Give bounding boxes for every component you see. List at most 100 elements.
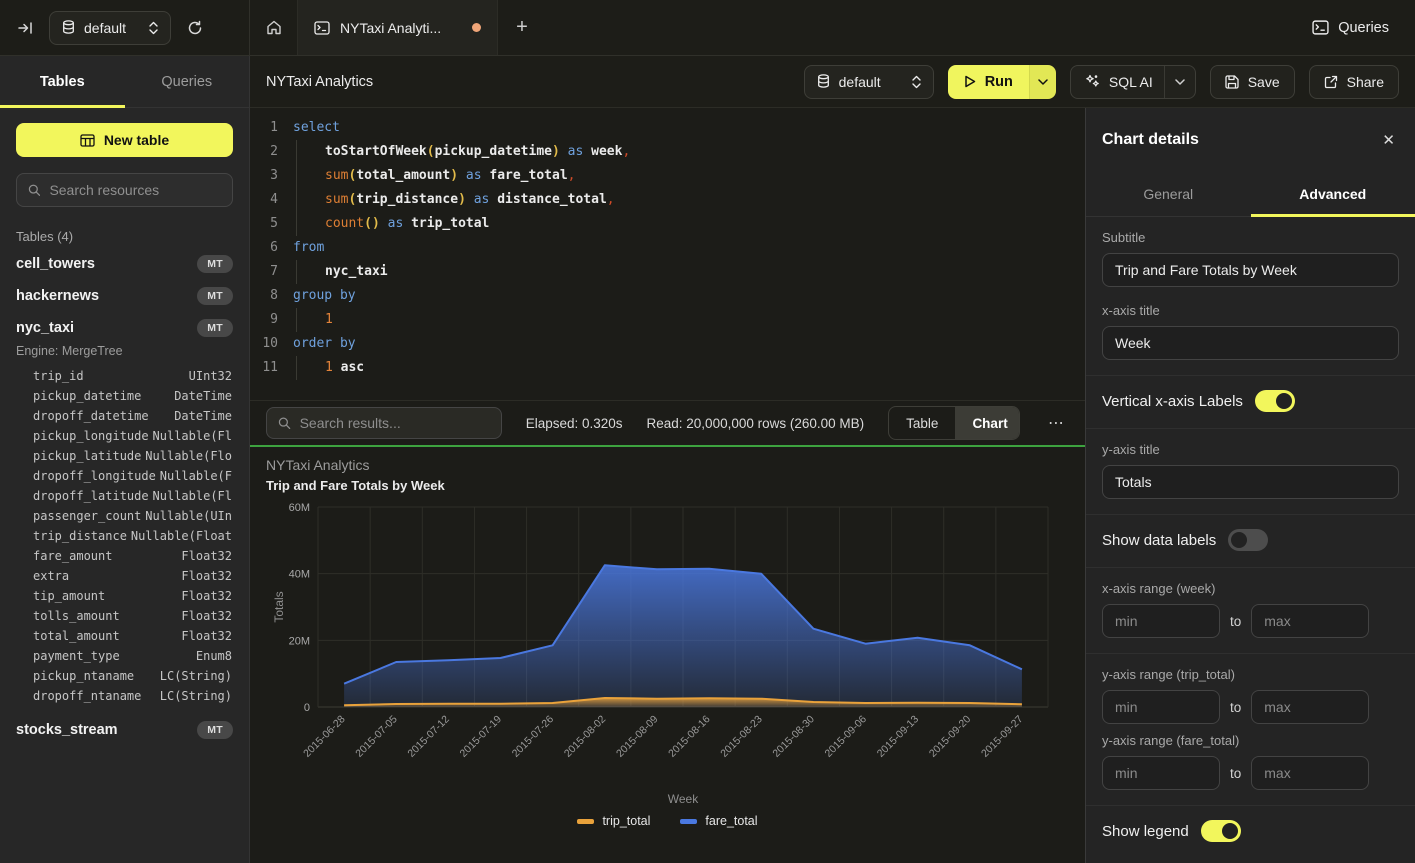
more-icon: ⋯ (1048, 413, 1065, 433)
line-number: 6 (250, 236, 278, 260)
chart-details-panel: Chart details ✕ General Advanced Subtitl… (1085, 108, 1415, 863)
yaxis-range-fare-min-input[interactable] (1102, 756, 1220, 790)
panel-body: Subtitle x-axis title Vertical x-axis La… (1086, 217, 1415, 863)
xaxis-title-input[interactable] (1102, 326, 1399, 360)
save-button[interactable]: Save (1210, 65, 1295, 99)
search-icon (28, 183, 40, 197)
yaxis-range-fare-label: y-axis range (fare_total) (1102, 733, 1399, 748)
to-label: to (1230, 766, 1241, 781)
vertical-labels-toggle[interactable] (1255, 390, 1295, 412)
subtitle-input[interactable] (1102, 253, 1399, 287)
tables-section-label: Tables (4) (16, 229, 233, 244)
new-table-label: New table (104, 132, 169, 148)
run-button[interactable]: Run (948, 65, 1029, 99)
results-more-button[interactable]: ⋯ (1044, 409, 1069, 437)
results-search[interactable] (266, 407, 502, 439)
yaxis-title-field-label: y-axis title (1102, 442, 1399, 457)
legend-item-fare_total[interactable]: fare_total (680, 814, 757, 828)
table-item-nyc-taxi[interactable]: nyc_taxi MT (0, 312, 249, 344)
column-type: Float32 (181, 626, 232, 646)
sidebar-tabs: Tables Queries (0, 56, 249, 108)
yaxis-range-trip-max-input[interactable] (1251, 690, 1369, 724)
sidebar-search-input[interactable] (49, 182, 221, 198)
column-row: trip_idUInt32 (33, 366, 232, 386)
svg-text:2015-08-02: 2015-08-02 (562, 713, 609, 760)
database-selector[interactable]: default (49, 11, 171, 45)
queries-label: Queries (1338, 20, 1389, 36)
line-number: 7 (250, 260, 278, 284)
column-name: total_amount (33, 626, 120, 646)
legend-swatch (577, 819, 594, 824)
sql-editor[interactable]: 1select2toStartOfWeek(pickup_datetime) a… (250, 108, 1085, 400)
queries-menu-button[interactable]: Queries (1286, 0, 1415, 55)
query-tab[interactable]: NYTaxi Analyti... (298, 0, 498, 55)
yaxis-range-trip-label: y-axis range (trip_total) (1102, 667, 1399, 682)
svg-text:40M: 40M (289, 569, 310, 581)
read-stat: Read: 20,000,000 rows (260.00 MB) (647, 416, 865, 431)
column-type: Nullable(F (160, 466, 232, 486)
table-item-stocks-stream[interactable]: stocks_stream MT (0, 714, 249, 746)
new-tab-button[interactable]: + (498, 0, 546, 55)
chevron-down-icon (1175, 79, 1185, 85)
sidebar-tab-tables[interactable]: Tables (0, 56, 125, 107)
show-legend-toggle[interactable] (1201, 820, 1241, 842)
new-table-button[interactable]: New table (16, 123, 233, 157)
xaxis-range-min-input[interactable] (1102, 604, 1220, 638)
column-name: tolls_amount (33, 606, 120, 626)
show-data-labels-toggle[interactable] (1228, 529, 1268, 551)
run-options-button[interactable] (1029, 65, 1056, 99)
view-tab-chart[interactable]: Chart (955, 407, 1020, 439)
sql-ai-button[interactable]: SQL AI (1070, 65, 1196, 99)
xaxis-range-max-input[interactable] (1251, 604, 1369, 638)
sidebar-tab-queries[interactable]: Queries (125, 56, 250, 107)
table-item-hackernews[interactable]: hackernews MT (0, 280, 249, 312)
code-line: 2toStartOfWeek(pickup_datetime) as week, (250, 140, 1085, 164)
results-search-input[interactable] (300, 415, 490, 431)
sidebar-search[interactable] (16, 173, 233, 207)
panel-tab-advanced[interactable]: Advanced (1251, 172, 1415, 216)
results-toolbar: Elapsed: 0.320s Read: 20,000,000 rows (2… (250, 400, 1085, 447)
column-list: trip_idUInt32pickup_datetimeDateTimedrop… (0, 364, 249, 714)
toolbar-database-selector[interactable]: default (804, 65, 934, 99)
line-number: 2 (250, 140, 278, 164)
column-row: passenger_countNullable(UIn (33, 506, 232, 526)
column-name: pickup_latitude (33, 446, 141, 466)
share-button[interactable]: Share (1309, 65, 1399, 99)
home-tab-button[interactable] (250, 0, 298, 55)
yaxis-range-trip-min-input[interactable] (1102, 690, 1220, 724)
column-name: pickup_ntaname (33, 666, 134, 686)
code-line: 5count() as trip_total (250, 212, 1085, 236)
legend-item-trip_total[interactable]: trip_total (577, 814, 650, 828)
code-line: 10order by (250, 332, 1085, 356)
view-tab-table[interactable]: Table (889, 407, 955, 439)
code-line: 91 (250, 308, 1085, 332)
table-item-cell-towers[interactable]: cell_towers MT (0, 248, 249, 280)
topbar: default NYTaxi Analyti... + Queries (0, 0, 1415, 56)
code-line: 6from (250, 236, 1085, 260)
column-row: pickup_longitudeNullable(Fl (33, 426, 232, 446)
panel-close-button[interactable]: ✕ (1378, 127, 1399, 153)
column-row: fare_amountFloat32 (33, 546, 232, 566)
collapse-sidebar-button[interactable] (14, 17, 37, 39)
code-text: sum(trip_distance) as distance_total, (293, 188, 615, 212)
engine-badge: MT (197, 255, 233, 273)
database-icon (817, 74, 830, 89)
sparkles-icon (1085, 74, 1100, 89)
yaxis-range-fare-max-input[interactable] (1251, 756, 1369, 790)
code-text: select (293, 116, 340, 140)
panel-tab-general[interactable]: General (1086, 172, 1251, 216)
column-row: dropoff_latitudeNullable(Fl (33, 486, 232, 506)
sql-ai-options-button[interactable] (1164, 66, 1195, 98)
column-row: total_amount Float32 (33, 626, 232, 646)
column-name: dropoff_datetime (33, 406, 149, 426)
column-row: dropoff_ntanameLC(String) (33, 686, 232, 706)
svg-text:2015-08-16: 2015-08-16 (666, 713, 713, 760)
engine-label: Engine: MergeTree (0, 344, 249, 364)
column-row: tolls_amountFloat32 (33, 606, 232, 626)
results-chart[interactable]: 020M40M60M2015-06-282015-07-052015-07-12… (266, 497, 1069, 812)
yaxis-title-input[interactable] (1102, 465, 1399, 499)
column-name: fare_amount (33, 546, 112, 566)
refresh-button[interactable] (183, 16, 207, 40)
elapsed-stat: Elapsed: 0.320s (526, 416, 623, 431)
svg-text:2015-08-09: 2015-08-09 (614, 713, 661, 760)
